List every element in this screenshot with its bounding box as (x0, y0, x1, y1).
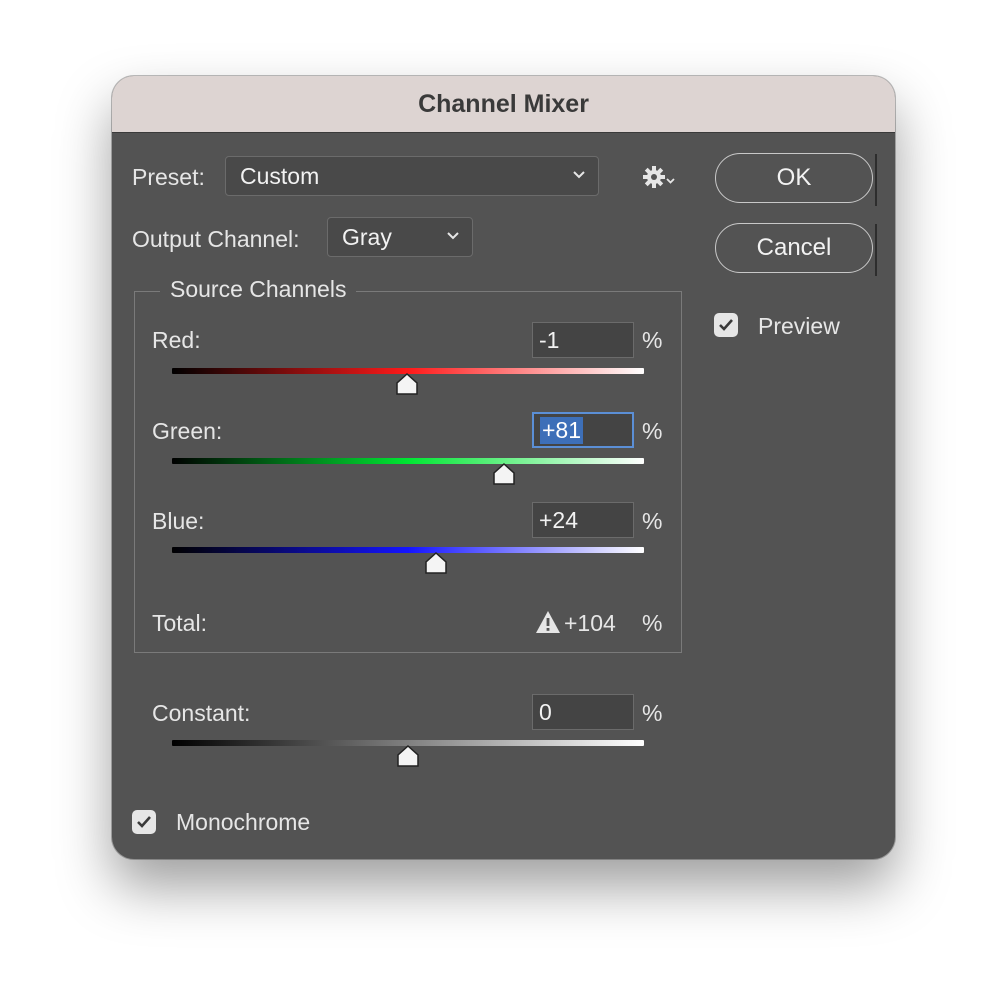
output-channel-label: Output Channel: (132, 226, 300, 252)
red-value: -1 (539, 326, 560, 353)
channel-mixer-dialog: Channel Mixer Preset: Custom Output Chan… (112, 76, 895, 859)
preview-checkbox[interactable] (714, 313, 738, 337)
constant-label: Constant: (152, 700, 251, 726)
green-slider-thumb[interactable] (492, 462, 516, 486)
cancel-button-edge (875, 224, 877, 276)
red-value-input[interactable]: -1 (532, 322, 634, 358)
red-label: Red: (152, 327, 201, 353)
total-label: Total: (152, 610, 207, 636)
preset-value: Custom (240, 162, 320, 189)
preview-label: Preview (758, 313, 840, 339)
checkmark-icon (719, 319, 733, 331)
constant-unit: % (642, 700, 663, 726)
blue-value: +24 (539, 506, 579, 533)
preset-select[interactable]: Custom (225, 156, 599, 196)
output-channel-value: Gray (342, 223, 392, 250)
preset-label: Preset: (132, 164, 205, 190)
green-value-input[interactable]: +81 (532, 412, 634, 448)
chevron-down-icon (573, 171, 585, 179)
output-channel-select[interactable]: Gray (327, 217, 473, 257)
blue-slider-track[interactable] (172, 547, 644, 553)
cancel-button[interactable]: Cancel (715, 223, 873, 273)
gear-icon[interactable] (642, 165, 678, 189)
green-unit: % (642, 418, 663, 444)
chevron-down-icon (447, 232, 459, 240)
dialog-title: Channel Mixer (112, 76, 895, 133)
ok-button-edge (875, 154, 877, 206)
total-value: +104 (564, 610, 616, 636)
green-label: Green: (152, 418, 223, 444)
green-value: +81 (540, 416, 584, 444)
source-channels-title: Source Channels (160, 276, 357, 303)
green-slider-track[interactable] (172, 458, 644, 464)
ok-button[interactable]: OK (715, 153, 873, 203)
blue-unit: % (642, 508, 663, 534)
constant-value-input[interactable]: 0 (532, 694, 634, 730)
red-slider-thumb[interactable] (395, 372, 419, 396)
monochrome-checkbox[interactable] (132, 810, 156, 834)
constant-slider-thumb[interactable] (396, 744, 420, 768)
blue-slider-thumb[interactable] (424, 551, 448, 575)
checkmark-icon (137, 816, 151, 828)
red-unit: % (642, 327, 663, 353)
blue-value-input[interactable]: +24 (532, 502, 634, 538)
blue-label: Blue: (152, 508, 205, 534)
monochrome-label: Monochrome (176, 809, 311, 835)
constant-value: 0 (539, 698, 552, 725)
total-unit: % (642, 610, 663, 636)
warning-triangle-icon (536, 611, 560, 633)
